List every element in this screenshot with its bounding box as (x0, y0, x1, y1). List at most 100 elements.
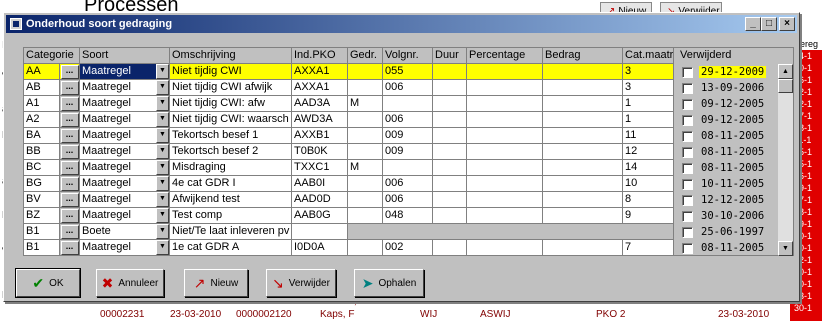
ellipsis-button[interactable]: ... (60, 240, 79, 255)
percentage-cell[interactable] (467, 160, 543, 176)
deleted-checkbox[interactable] (682, 114, 693, 126)
fetch-button[interactable]: ➤ Ophalen (354, 269, 424, 297)
cat-maatr-cell[interactable]: 3 (623, 80, 674, 96)
column-header[interactable]: Percentage (467, 48, 543, 64)
percentage-cell[interactable] (467, 176, 543, 192)
description-cell[interactable]: Niet tijdig CWI (170, 64, 292, 80)
pko-cell[interactable]: AAB0I (292, 176, 348, 192)
ellipsis-button[interactable]: ... (60, 192, 79, 207)
gedr-cell[interactable] (348, 112, 383, 128)
duur-cell[interactable] (433, 112, 467, 128)
percentage-cell[interactable] (467, 240, 543, 256)
bedrag-cell[interactable] (543, 128, 623, 144)
duur-cell[interactable] (433, 176, 467, 192)
pko-cell[interactable]: T0B0K (292, 144, 348, 160)
pko-cell[interactable]: AWD3A (292, 112, 348, 128)
category-cell[interactable]: BV (24, 192, 60, 208)
deleted-checkbox[interactable] (682, 82, 693, 94)
deleted-checkbox[interactable] (682, 242, 693, 254)
gedr-cell[interactable] (348, 128, 383, 144)
soort-select[interactable]: Maatregel ▼ (80, 160, 170, 176)
category-cell[interactable]: B1 (24, 224, 60, 240)
chevron-down-icon[interactable]: ▼ (156, 160, 169, 175)
deleted-checkbox[interactable] (682, 194, 693, 206)
table-row[interactable]: BA... Maatregel ▼ Tekortsch besef 1 AXXB1 009… (24, 128, 674, 144)
column-header[interactable]: Categorie (24, 48, 80, 64)
category-cell[interactable]: BG (24, 176, 60, 192)
pko-cell[interactable]: AXXA1 (292, 64, 348, 80)
chevron-down-icon[interactable]: ▼ (156, 144, 169, 159)
category-cell[interactable]: BC (24, 160, 60, 176)
volgnr-cell[interactable]: 006 (383, 112, 433, 128)
table-row[interactable]: AB... Maatregel ▼ Niet tijdig CWI afwijk AXX… (24, 80, 674, 96)
soort-select[interactable]: Maatregel ▼ (80, 208, 170, 224)
pko-cell[interactable]: AAD3A (292, 96, 348, 112)
gedr-cell[interactable] (348, 208, 383, 224)
ellipsis-button[interactable]: ... (60, 96, 79, 111)
description-cell[interactable]: Niet tijdig CWI: afw (170, 96, 292, 112)
column-header[interactable]: Cat.maatr. (623, 48, 674, 64)
duur-cell[interactable] (433, 192, 467, 208)
ellipsis-button[interactable]: ... (60, 160, 79, 175)
volgnr-cell[interactable]: 006 (383, 192, 433, 208)
cat-maatr-cell[interactable]: 8 (623, 192, 674, 208)
chevron-down-icon[interactable]: ▼ (156, 176, 169, 191)
percentage-cell[interactable] (467, 208, 543, 224)
category-cell[interactable]: BZ (24, 208, 60, 224)
cat-maatr-cell[interactable]: 11 (623, 128, 674, 144)
description-cell[interactable]: Tekortsch besef 2 (170, 144, 292, 160)
cat-maatr-cell[interactable]: 3 (623, 64, 674, 80)
volgnr-cell[interactable]: 048 (383, 208, 433, 224)
chevron-down-icon[interactable]: ▼ (156, 112, 169, 127)
deleted-checkbox[interactable] (682, 146, 693, 158)
volgnr-cell[interactable]: 009 (383, 144, 433, 160)
duur-cell[interactable] (433, 64, 467, 80)
close-button[interactable]: × (779, 17, 795, 31)
pko-cell[interactable]: AXXA1 (292, 80, 348, 96)
percentage-cell[interactable] (467, 144, 543, 160)
soort-select[interactable]: Maatregel ▼ (80, 128, 170, 144)
gedr-cell[interactable] (348, 192, 383, 208)
category-cell[interactable]: B1 (24, 240, 60, 256)
vertical-scrollbar[interactable]: ▲ ▼ (778, 64, 793, 256)
duur-cell[interactable] (433, 96, 467, 112)
volgnr-cell[interactable] (383, 160, 433, 176)
minimize-button[interactable]: _ (745, 17, 761, 31)
gedr-cell[interactable]: M (348, 160, 383, 176)
bedrag-cell[interactable] (543, 144, 623, 160)
deleted-checkbox[interactable] (682, 98, 693, 110)
description-cell[interactable]: Tekortsch besef 1 (170, 128, 292, 144)
table-row[interactable]: BB... Maatregel ▼ Tekortsch besef 2 T0B0K 009… (24, 144, 674, 160)
volgnr-cell[interactable]: 006 (383, 80, 433, 96)
column-header[interactable]: Soort (80, 48, 170, 64)
soort-select[interactable]: Maatregel ▼ (80, 176, 170, 192)
table-row[interactable]: A1... Maatregel ▼ Niet tijdig CWI: afw AAD3A… (24, 96, 674, 112)
description-cell[interactable]: 4e cat GDR I (170, 176, 292, 192)
soort-select[interactable]: Maatregel ▼ (80, 112, 170, 128)
soort-select[interactable]: Maatregel ▼ (80, 96, 170, 112)
soort-select[interactable]: Maatregel ▼ (80, 144, 170, 160)
description-cell[interactable]: Misdraging (170, 160, 292, 176)
volgnr-cell[interactable]: 009 (383, 128, 433, 144)
bedrag-cell[interactable] (543, 64, 623, 80)
ellipsis-button[interactable]: ... (60, 128, 79, 143)
table-row[interactable]: BC... Maatregel ▼ Misdraging TXXC1 M 14 (24, 160, 674, 176)
column-header[interactable]: Duur (433, 48, 467, 64)
category-cell[interactable]: BB (24, 144, 60, 160)
gedr-cell[interactable] (348, 80, 383, 96)
deleted-checkbox[interactable] (682, 178, 693, 190)
table-row[interactable]: B1... Maatregel ▼ 1e cat GDR A I0D0A 002 7 (24, 240, 674, 256)
maximize-button[interactable]: □ (761, 17, 777, 31)
pko-cell[interactable]: I0D0A (292, 240, 348, 256)
description-cell[interactable]: Afwijkend test (170, 192, 292, 208)
percentage-cell[interactable] (467, 64, 543, 80)
deleted-checkbox[interactable] (682, 226, 693, 238)
volgnr-cell[interactable] (383, 96, 433, 112)
pko-cell[interactable] (292, 224, 348, 240)
description-cell[interactable]: 1e cat GDR A (170, 240, 292, 256)
category-cell[interactable]: AA (24, 64, 60, 80)
bedrag-cell[interactable] (543, 192, 623, 208)
pko-cell[interactable]: TXXC1 (292, 160, 348, 176)
duur-cell[interactable] (433, 208, 467, 224)
ellipsis-button[interactable]: ... (60, 80, 79, 95)
